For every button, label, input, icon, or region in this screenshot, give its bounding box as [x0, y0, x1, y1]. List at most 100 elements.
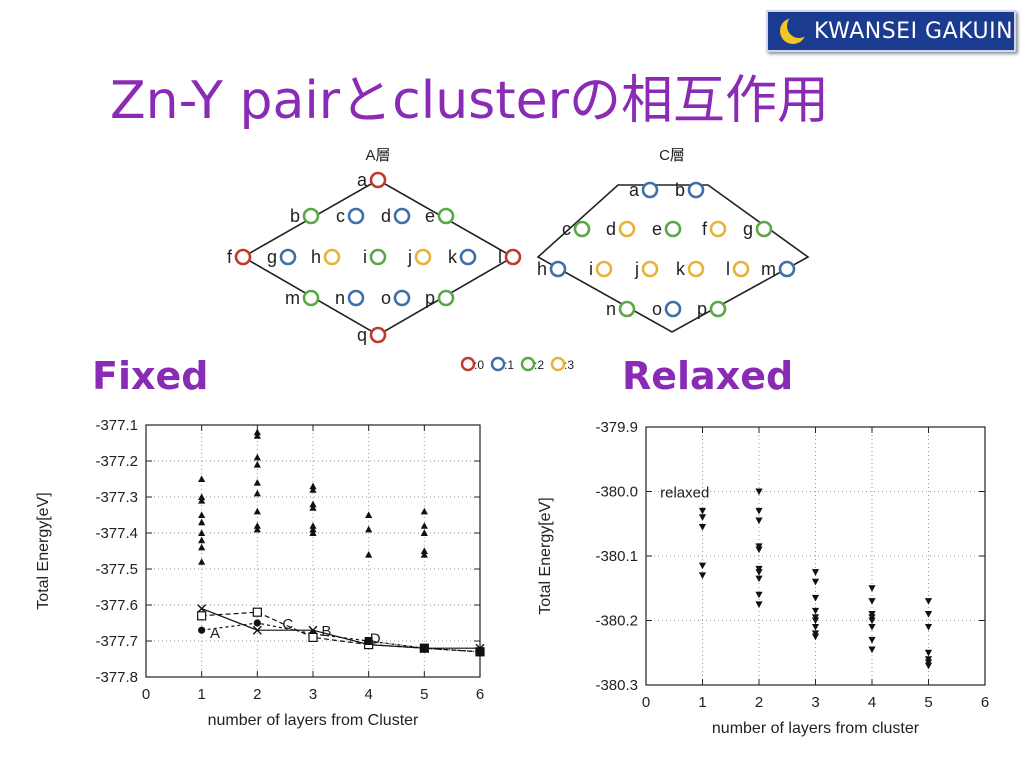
site-label: m [285, 288, 300, 308]
legend-label: :1 [504, 358, 514, 372]
legend-label: :2 [534, 358, 544, 372]
scatter-point [253, 525, 261, 533]
site-label: b [290, 206, 300, 226]
site-marker [641, 260, 659, 278]
site-marker [369, 248, 387, 266]
scatter-point [198, 518, 206, 526]
y-tick-label: -377.7 [95, 633, 138, 650]
x-tick-label: 5 [420, 686, 428, 703]
scatter-point [253, 479, 261, 486]
x-tick-label: 0 [142, 686, 150, 703]
scatter-point [698, 562, 707, 570]
y-tick-label: -377.6 [95, 597, 138, 614]
y-tick-label: -380.2 [595, 613, 638, 630]
scatter-point [755, 601, 763, 608]
site-label: n [335, 288, 345, 308]
site-label: j [634, 259, 639, 279]
scatter-point [755, 546, 763, 554]
x-tick-label: 6 [981, 694, 989, 711]
site-marker [279, 248, 297, 266]
scatter-point [868, 585, 876, 592]
series-line-b [201, 608, 480, 649]
scatter-point [924, 662, 933, 670]
y-tick-label: -380.0 [595, 484, 638, 501]
legend-marker [550, 356, 566, 372]
site-marker [347, 289, 365, 307]
site-marker [437, 289, 455, 307]
site-marker [664, 300, 682, 318]
scatter-point [420, 522, 428, 529]
y-tick-label: -377.1 [95, 417, 138, 434]
scatter-point [755, 507, 763, 515]
y-axis-label: Total Energy[eV] [537, 497, 554, 614]
series-label-a: A [210, 625, 220, 642]
scatter-point [924, 598, 933, 605]
site-label: k [448, 247, 458, 267]
scatter-point [811, 569, 820, 576]
annotation-relaxed: relaxed [660, 485, 709, 502]
scatter-point [420, 551, 428, 558]
site-marker [709, 300, 727, 318]
scatter-point [924, 611, 933, 618]
x-tick-label: 6 [476, 686, 484, 703]
x-tick-label: 4 [364, 686, 372, 703]
x-tick-label: 0 [642, 694, 650, 711]
site-label: g [743, 219, 753, 239]
site-label: c [336, 206, 345, 226]
scatter-point [253, 461, 261, 468]
site-label: j [407, 247, 412, 267]
scatter-point [198, 543, 206, 551]
legend-marker [490, 356, 506, 372]
x-tick-label: 1 [197, 686, 205, 703]
site-label: q [357, 325, 367, 345]
site-marker [369, 171, 387, 189]
site-marker [573, 220, 591, 238]
site-label: b [675, 180, 685, 200]
site-label: c [562, 219, 571, 239]
diagram-a-title: A層 [365, 147, 390, 164]
scatter-point [868, 623, 876, 631]
site-marker [687, 260, 705, 278]
x-tick-label: 3 [309, 686, 317, 703]
site-marker [369, 326, 387, 344]
site-marker [414, 248, 432, 266]
scatter-point [198, 529, 206, 536]
site-marker [687, 181, 705, 199]
site-marker [504, 248, 522, 266]
layer-diagrams: A層 a b c d e f g h i j k l m n o p q C層 a b c d e f g h i j k l m n o p:0:… [227, 147, 810, 372]
series-point [308, 632, 318, 642]
site-marker [459, 248, 477, 266]
scatter-point [365, 525, 373, 533]
site-label: a [357, 170, 368, 190]
y-tick-label: -377.5 [95, 561, 138, 578]
x-tick-label: 2 [253, 686, 261, 703]
scatter-point [924, 649, 933, 657]
scatter-point [698, 514, 707, 521]
site-marker [234, 248, 252, 266]
section-label-fixed: Fixed [92, 354, 209, 398]
site-label: l [726, 259, 730, 279]
scatter-point [755, 488, 763, 496]
series-label-d: D [370, 630, 381, 647]
series-point [476, 647, 484, 656]
series-point [198, 626, 206, 634]
site-marker [302, 207, 320, 225]
site-marker [709, 220, 727, 238]
series-line-c [201, 611, 481, 653]
site-marker [641, 181, 659, 199]
site-label: n [606, 299, 616, 319]
chart-fixed: 0 1 2 3 4 5 6 -377.1 -377.2 -377.3 -377.4 -377.5 -37… [35, 417, 485, 729]
site-label: g [267, 247, 277, 267]
y-axis-label: Total Energy[eV] [35, 492, 52, 609]
scatter-point [811, 594, 820, 602]
scatter-point [755, 569, 763, 576]
scatter-point [365, 551, 373, 558]
series-label-b: B [321, 623, 331, 640]
x-tick-label: 4 [868, 694, 876, 711]
scatter-point [811, 633, 820, 641]
scatter-point [253, 507, 261, 515]
y-tick-label: -380.3 [595, 677, 638, 694]
site-marker [347, 207, 365, 225]
diagram-c-title: C層 [659, 147, 685, 164]
site-label: l [498, 247, 502, 267]
